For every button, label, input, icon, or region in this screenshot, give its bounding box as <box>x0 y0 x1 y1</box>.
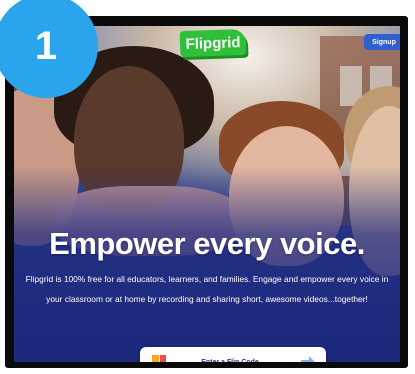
hero-headline: Empower every voice. <box>49 226 365 261</box>
hero-description: Flipgrid is 100% free for all educators,… <box>25 274 389 304</box>
flip-code-input[interactable]: Enter a Flip Code <box>140 347 326 362</box>
grid-icon <box>152 355 166 362</box>
signup-button[interactable]: Signup <box>364 34 400 50</box>
flip-code-label: Enter a Flip Code <box>201 358 259 363</box>
flipgrid-logo[interactable]: Flipgrid <box>179 28 247 58</box>
blue-overlay <box>14 166 400 362</box>
arrow-right-icon[interactable] <box>300 355 316 362</box>
